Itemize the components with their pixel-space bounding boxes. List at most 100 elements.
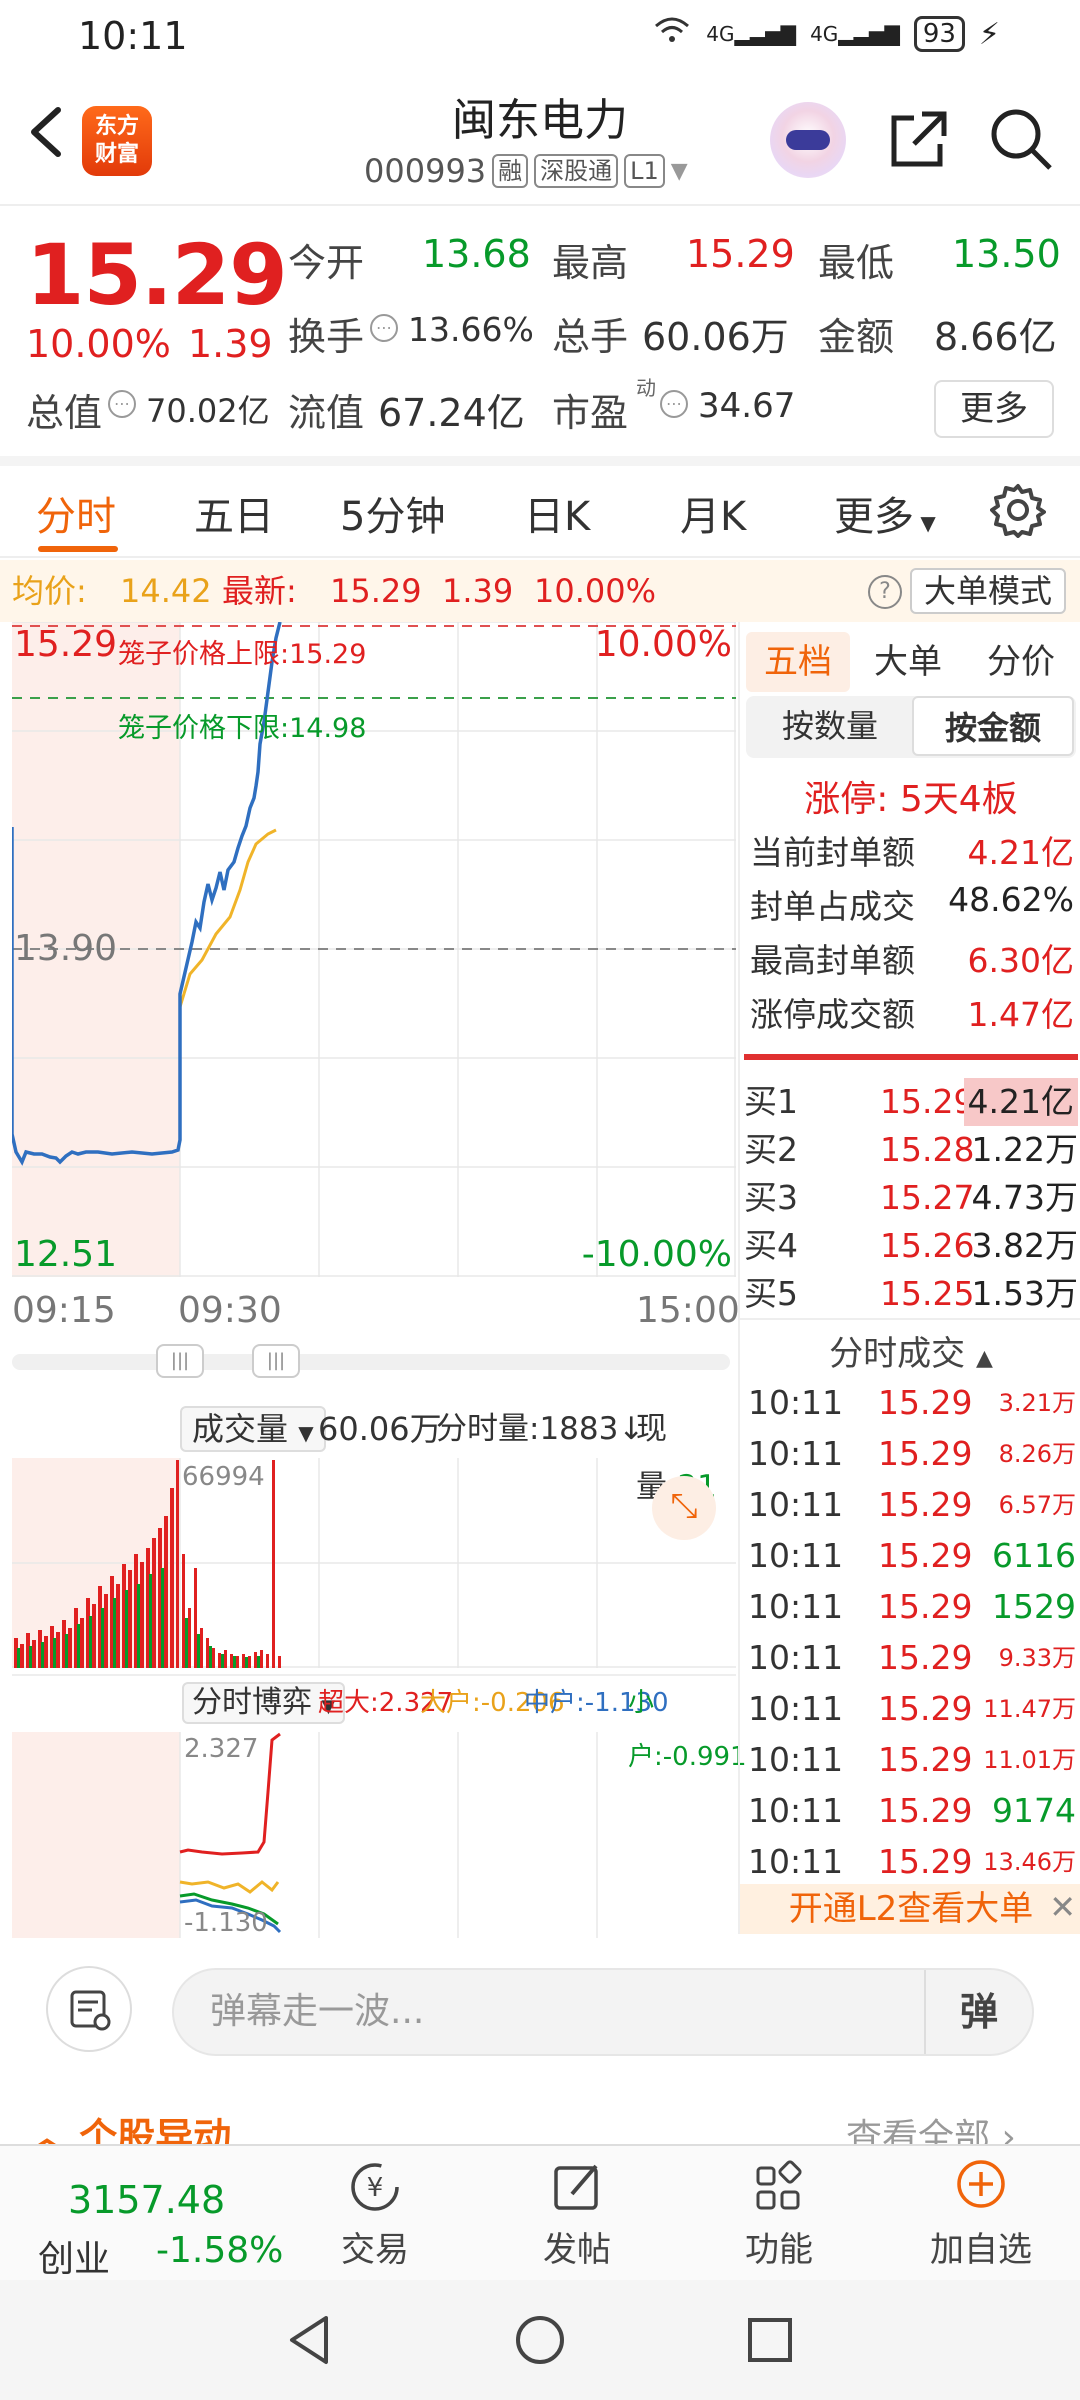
tab-monthly-k[interactable]: 月K — [680, 484, 746, 542]
ticks-title[interactable]: 分时成交 ▲ — [740, 1326, 1080, 1375]
low-value: 13.50 — [952, 232, 1061, 276]
danmaku-toggle-button[interactable]: 弹 — [924, 1970, 1032, 2054]
bid-row[interactable]: 买1 15.29 4.21亿 — [744, 1078, 1078, 1126]
nav-recents-icon[interactable] — [740, 2310, 800, 2374]
stock-header: 东方 财富 闽东电力 000993 融 深股通 L1 ▼ — [0, 80, 1080, 206]
latest-value: 15.29 — [330, 572, 422, 610]
more-button[interactable]: 更多 — [934, 380, 1054, 438]
trade-button[interactable]: ¥ 交易 — [300, 2152, 450, 2271]
axis-bottom-percent: -10.00% — [581, 1234, 732, 1275]
level-tag: L1 — [624, 154, 665, 188]
open-l2-banner[interactable]: 开通L2查看大单 ✕ — [740, 1884, 1080, 1934]
danmaku-settings-icon[interactable] — [46, 1966, 132, 2052]
volume-chart[interactable]: 66994 ⤡ — [12, 1458, 736, 1668]
stock-code: 000993 — [364, 152, 487, 190]
assistant-robot-icon[interactable] — [770, 102, 846, 178]
time-axis-start: 09:15 — [12, 1290, 116, 1331]
bid-row[interactable]: 买4 15.26 3.82万 — [744, 1222, 1078, 1270]
tab-daily-k[interactable]: 日K — [524, 484, 590, 542]
info-icon[interactable]: ⋯ — [660, 390, 688, 418]
connect-tag: 深股通 — [534, 154, 619, 188]
danmaku-input[interactable]: 弹幕走一波... 弹 — [172, 1968, 1034, 2056]
tab-5min[interactable]: 5分钟 — [340, 484, 445, 542]
tick-row: 10:11 15.29 9.33万 — [748, 1638, 1076, 1677]
intraday-chart[interactable]: 15.29 10.00% 13.90 12.51 -10.00% 笼子价格上限:… — [10, 621, 736, 1277]
float-cap-label: 流值 — [288, 391, 365, 435]
nav-back-icon[interactable] — [280, 2310, 340, 2374]
view-all-link[interactable]: 查看全部 › — [846, 2108, 1016, 2146]
chart-scroll-track[interactable] — [12, 1354, 730, 1370]
lower-cage-label: 笼子价格下限:14.98 — [118, 713, 367, 744]
upper-cage-label: 笼子价格上限:15.29 — [118, 639, 367, 670]
turnover-value: 13.66% — [408, 310, 534, 349]
index-ticker[interactable]: 3157.48 创业 -1.58% — [0, 2146, 300, 2282]
flow-bottom-label: -1.130 — [184, 1908, 268, 1938]
pe-label: 市盈 — [552, 391, 629, 435]
wifi-icon — [652, 14, 692, 54]
max-seal-row: 最高封单额 6.30亿 — [750, 941, 1074, 980]
help-icon[interactable]: ? — [868, 575, 902, 609]
info-icon[interactable]: ⋯ — [108, 390, 136, 418]
stock-alerts-title[interactable]: ︿ 个股异动 — [28, 2106, 231, 2146]
tick-row: 10:11 15.29 9174 — [748, 1791, 1076, 1830]
limit-turnover-row: 涨停成交额 1.47亿 — [750, 995, 1074, 1034]
last-price: 15.29 — [26, 226, 288, 324]
scroll-handle-right[interactable]: ||| — [252, 1344, 300, 1378]
high-value: 15.29 — [686, 232, 795, 276]
volume-total: 60.06万 — [318, 1410, 442, 1448]
index-value: 3157.48 — [68, 2178, 226, 2222]
by-quantity-button[interactable]: 按数量 — [750, 696, 910, 756]
latest-percent: 10.00% — [534, 572, 657, 610]
close-icon[interactable]: ✕ — [1049, 1882, 1076, 1932]
intraday-volume: 分时量:1883↓ — [436, 1411, 645, 1447]
seal-ratio-row: 封单占成交 48.62% — [750, 880, 1074, 926]
plus-circle-icon — [906, 2152, 1056, 2222]
tab-five-levels[interactable]: 五档 — [746, 632, 850, 692]
divider — [0, 456, 1080, 466]
bid-row[interactable]: 买5 15.25 1.53万 — [744, 1270, 1078, 1318]
axis-top-percent: 10.00% — [594, 624, 732, 665]
bid-row[interactable]: 买2 15.28 1.22万 — [744, 1126, 1078, 1174]
volume-indicator-dropdown[interactable]: 成交量 ▼ — [180, 1406, 326, 1452]
open-value: 13.68 — [422, 232, 531, 276]
tab-big-orders[interactable]: 大单 — [856, 632, 960, 692]
index-change: -1.58% — [156, 2230, 284, 2271]
tab-five-day[interactable]: 五日 — [194, 484, 274, 542]
bottom-toolbar: 3157.48 创业 -1.58% ¥ 交易 发帖 功能 加自选 — [0, 2144, 1080, 2280]
nav-home-icon[interactable] — [510, 2310, 570, 2374]
change-percent: 10.00% — [26, 322, 171, 366]
change-amount: 1.39 — [188, 322, 273, 366]
index-name: 创业 — [38, 2239, 111, 2280]
by-amount-button[interactable]: 按金额 — [912, 696, 1074, 756]
big-order-mode-button[interactable]: 大单模式 — [909, 568, 1066, 614]
tab-intraday[interactable]: 分时 — [36, 484, 116, 542]
dropdown-triangle-icon: ▼ — [670, 158, 688, 184]
bid-row[interactable]: 买3 15.27 4.73万 — [744, 1174, 1078, 1222]
axis-mid-price: 13.90 — [14, 928, 118, 969]
volume-header: 成交量 ▼ 60.06万 分时量:1883↓ 现量:21 — [12, 1400, 736, 1505]
share-icon[interactable] — [884, 104, 954, 174]
scroll-handle-left[interactable]: ||| — [156, 1344, 204, 1378]
search-icon[interactable] — [986, 104, 1056, 174]
expand-icon[interactable]: ⤡ — [652, 1476, 716, 1540]
status-bar: 10:11 4G▂▃▅▇ 4G▂▃▅▇ 93 ⚡ — [0, 0, 1080, 80]
active-tab-indicator — [38, 546, 118, 552]
large-line — [179, 1880, 280, 1894]
tab-price-distribution[interactable]: 分价 — [966, 632, 1076, 692]
stock-code-row[interactable]: 000993 融 深股通 L1 ▼ — [364, 152, 688, 190]
post-button[interactable]: 发帖 — [502, 2152, 652, 2271]
high-label: 最高 — [552, 241, 629, 285]
add-watchlist-button[interactable]: 加自选 — [906, 2152, 1056, 2271]
tab-more[interactable]: 更多 ▼ — [834, 484, 936, 542]
danmaku-placeholder: 弹幕走一波... — [210, 1991, 425, 2032]
battery-icon: 93 — [913, 16, 965, 52]
order-book-panel: 五档 大单 分价 按数量 按金额 涨停: 5天4板 当前封单额 4.21亿 封单占… — [738, 622, 1080, 1934]
capital-flow-chart[interactable]: 2.327 -1.130 — [12, 1732, 736, 1938]
settings-gear-icon[interactable] — [990, 482, 1046, 542]
quote-panel: 15.29 10.00% 1.39 今开 13.68 最高 15.29 最低 1… — [0, 206, 1080, 456]
tick-row: 10:11 15.29 6116 — [748, 1536, 1076, 1575]
info-icon[interactable]: ⋯ — [370, 314, 398, 342]
axis-top-price: 15.29 — [14, 624, 118, 665]
functions-button[interactable]: 功能 — [704, 2152, 854, 2271]
capital-flow-header: 分时博弈 ▼ 超大:2.327 大户:-0.206 中户:-1.130 小户:-… — [12, 1674, 747, 1772]
